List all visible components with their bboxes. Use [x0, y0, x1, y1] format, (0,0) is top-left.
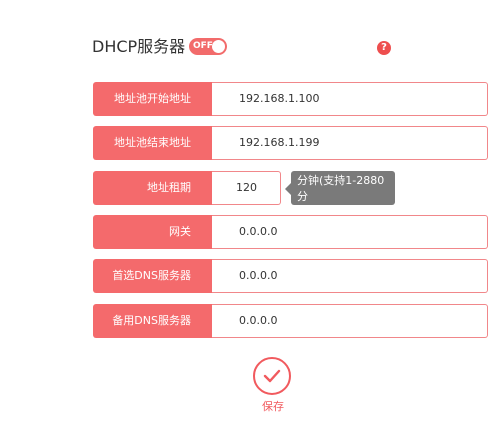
- toggle-knob: [212, 40, 225, 53]
- page-title: DHCP服务器: [92, 37, 186, 56]
- lease-label: 地址租期: [93, 171, 212, 205]
- dhcp-toggle[interactable]: OFF: [189, 38, 227, 55]
- end-address-input[interactable]: 192.168.1.199: [212, 126, 488, 160]
- checkmark-icon: [263, 369, 281, 383]
- lease-tooltip: 分钟(支持1-2880分 钟，默认120分钟): [291, 171, 395, 219]
- lease-input[interactable]: 120: [212, 171, 281, 205]
- secondary-dns-input[interactable]: 0.0.0.0: [212, 304, 488, 338]
- gateway-input[interactable]: 0.0.0.0: [212, 215, 488, 249]
- save-button[interactable]: [253, 357, 291, 395]
- save-label[interactable]: 保存: [262, 400, 284, 414]
- gateway-label: 网关: [93, 215, 212, 249]
- toggle-state-label: OFF: [193, 41, 213, 51]
- help-icon[interactable]: ?: [377, 41, 391, 55]
- end-address-label: 地址池结束地址: [93, 126, 212, 160]
- start-address-input[interactable]: 192.168.1.100: [212, 82, 488, 116]
- secondary-dns-label: 备用DNS服务器: [93, 304, 212, 338]
- primary-dns-input[interactable]: 0.0.0.0: [212, 259, 488, 293]
- lease-tooltip-line1: 分钟(支持1-2880分: [297, 174, 385, 203]
- primary-dns-label: 首选DNS服务器: [93, 259, 212, 293]
- start-address-label: 地址池开始地址: [93, 82, 212, 116]
